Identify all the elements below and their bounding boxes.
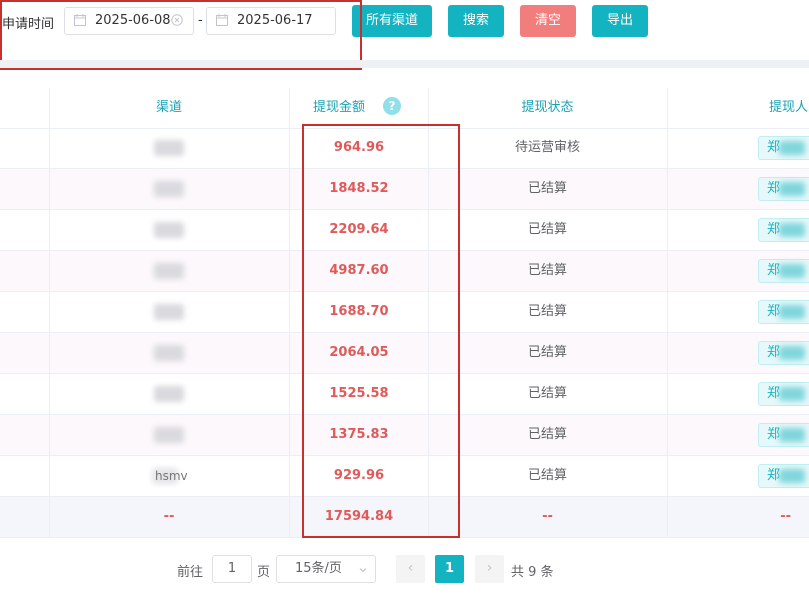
- total-person: --: [780, 509, 791, 524]
- redacted-person: [779, 264, 805, 278]
- all-channels-button[interactable]: 所有渠道: [352, 5, 432, 37]
- redacted-person: [779, 305, 805, 319]
- section-divider: [0, 60, 809, 68]
- status-value: 已结算: [527, 263, 567, 278]
- status-value: 已结算: [527, 345, 567, 360]
- page-size-select[interactable]: 15条/页: [276, 555, 376, 583]
- table-header: 渠道 提现金额 ? 提现状态 提现人: [0, 88, 809, 129]
- page-size-value: 15条/页: [295, 561, 342, 576]
- redacted-person: [779, 346, 805, 360]
- clear-button[interactable]: 清空: [520, 5, 576, 37]
- goto-page-input[interactable]: 1: [212, 555, 252, 583]
- status-value: 已结算: [527, 181, 567, 196]
- status-value: 已结算: [527, 386, 567, 401]
- next-page-button[interactable]: ›: [475, 555, 504, 583]
- redacted-channel: [154, 263, 184, 279]
- goto-prefix: 前往: [177, 565, 204, 580]
- current-page-button[interactable]: 1: [435, 555, 464, 583]
- chevron-down-icon: [359, 568, 367, 573]
- total-channel: --: [163, 509, 175, 524]
- status-value: 已结算: [527, 304, 567, 319]
- redacted-person: [779, 428, 805, 442]
- help-icon[interactable]: ?: [383, 97, 401, 115]
- redacted-channel: [154, 181, 184, 197]
- redacted-channel: [154, 345, 184, 361]
- export-button[interactable]: 导出: [592, 5, 648, 37]
- redacted-person: [779, 182, 805, 196]
- redacted-channel: [154, 386, 184, 402]
- status-value: 待运营审核: [514, 140, 580, 155]
- redacted-person: [779, 469, 805, 483]
- pagination: 前往 1 页 15条/页 ‹ 1 › 共 9 条: [0, 555, 809, 585]
- redacted-person: [779, 141, 805, 155]
- redacted-channel: [154, 427, 184, 443]
- amount-column-highlight: [302, 124, 460, 538]
- goto-suffix: 页: [257, 565, 271, 580]
- redacted-channel: [154, 140, 184, 156]
- prev-page-button[interactable]: ‹: [396, 555, 425, 583]
- status-value: 已结算: [527, 222, 567, 237]
- redacted-channel: [154, 304, 184, 320]
- redacted-person: [779, 223, 805, 237]
- total-count: 共 9 条: [511, 565, 554, 580]
- search-button[interactable]: 搜索: [448, 5, 504, 37]
- header-person[interactable]: 提现人: [717, 88, 809, 128]
- redacted-channel: [154, 222, 184, 238]
- redacted-person: [779, 387, 805, 401]
- total-status: --: [542, 509, 553, 524]
- status-value: 已结算: [527, 427, 567, 442]
- header-status[interactable]: 提现状态: [428, 88, 667, 128]
- header-amount[interactable]: 提现金额: [289, 88, 389, 128]
- status-value: 已结算: [527, 468, 567, 483]
- channel-name: hsmv: [155, 469, 188, 483]
- header-channel[interactable]: 渠道: [49, 88, 289, 128]
